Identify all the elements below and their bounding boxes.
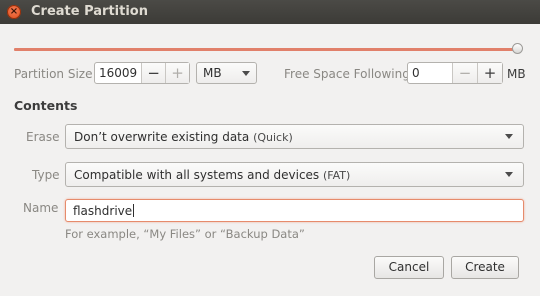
partition-size-label: Partition Size	[14, 67, 93, 81]
text-caret	[133, 204, 135, 217]
minus-icon[interactable]: −	[452, 63, 477, 83]
create-button[interactable]: Create	[451, 256, 519, 279]
size-unit-value: MB	[203, 66, 222, 80]
erase-value: Don’t overwrite existing data	[74, 130, 250, 144]
window-title: Create Partition	[31, 4, 148, 19]
erase-selected: Don’t overwrite existing data (Quick)	[74, 130, 293, 144]
type-hint: (FAT)	[323, 169, 351, 182]
name-label: Name	[23, 201, 59, 215]
erase-select[interactable]: Don’t overwrite existing data (Quick)	[65, 124, 524, 149]
type-select[interactable]: Compatible with all systems and devices …	[65, 162, 524, 187]
name-value: flashdrive	[73, 204, 133, 218]
minus-icon[interactable]: −	[141, 63, 166, 83]
erase-hint: (Quick)	[253, 131, 293, 144]
size-unit-select[interactable]: MB	[196, 62, 257, 84]
partition-size-stepper[interactable]: 16009 − +	[94, 62, 190, 84]
free-space-unit: MB	[507, 67, 526, 81]
free-space-label: Free Space Following	[284, 67, 410, 81]
chevron-down-icon	[505, 134, 513, 139]
plus-icon[interactable]: +	[477, 63, 502, 83]
chevron-down-icon	[505, 172, 513, 177]
cancel-button[interactable]: Cancel	[374, 256, 444, 279]
chevron-down-icon	[242, 71, 250, 76]
name-example-hint: For example, “My Files” or “Backup Data”	[65, 227, 305, 241]
slider-fill	[14, 48, 520, 51]
close-icon[interactable]: ×	[7, 5, 21, 19]
slider-handle[interactable]	[512, 43, 523, 54]
slider-track[interactable]	[14, 48, 520, 51]
contents-heading: Contents	[14, 98, 78, 113]
free-space-value[interactable]: 0	[408, 63, 452, 83]
partition-size-value[interactable]: 16009	[95, 63, 141, 83]
erase-label: Erase	[26, 130, 60, 144]
title-bar: × Create Partition	[0, 0, 540, 24]
type-value: Compatible with all systems and devices	[74, 168, 320, 182]
plus-icon[interactable]: +	[165, 63, 189, 83]
type-selected: Compatible with all systems and devices …	[74, 168, 350, 182]
free-space-stepper[interactable]: 0 − +	[407, 62, 503, 84]
name-text: flashdrive	[73, 204, 135, 218]
name-field[interactable]: flashdrive	[65, 199, 524, 222]
type-label: Type	[32, 168, 60, 182]
